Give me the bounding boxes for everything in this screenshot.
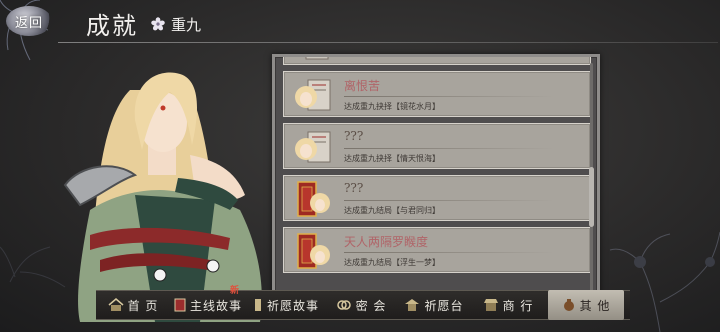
achievement-portrait-icon — [295, 131, 331, 163]
achievement-book-icon — [297, 233, 330, 269]
nav-wish-story[interactable]: 祈愿故事 — [246, 290, 326, 320]
achievement-description: 达成重九抉择【情天恨海】 — [344, 154, 440, 163]
achievement-title: 离恨苦 — [344, 79, 381, 93]
achievement-description: 达成重九结局【浮生一梦】 — [344, 258, 440, 267]
achievement-card-partial — [283, 57, 591, 65]
nav-home-label: 首 页 — [127, 298, 159, 313]
achievement-title: 天人两隔罗睺度 — [344, 235, 429, 249]
nav-wish-altar[interactable]: 祈愿台 — [396, 290, 472, 320]
nav-secret-meeting-label: 密 会 — [355, 298, 387, 313]
book-icon — [174, 298, 186, 312]
shop-icon — [483, 299, 498, 311]
nav-wish-altar-label: 祈愿台 — [424, 298, 464, 313]
new-badge: 新 — [229, 286, 240, 296]
divider — [344, 96, 554, 97]
nav-main-story-label: 主线故事 — [189, 298, 242, 313]
character-portrait — [63, 72, 262, 322]
bag-icon — [563, 299, 574, 311]
achievement-description: 达成重九抉择【镜花水月】 — [344, 102, 440, 111]
nav-wish-story-label: 祈愿故事 — [266, 298, 319, 313]
divider — [344, 252, 554, 253]
achievement-description: 达成重九结局【与君同归】 — [344, 206, 440, 215]
divider — [344, 148, 554, 149]
home-icon — [108, 298, 124, 311]
achievement-portrait-icon — [295, 79, 331, 111]
achievement-card[interactable]: ??? 达成重九抉择【情天恨海】 — [283, 123, 591, 169]
page-title: 成就 — [86, 12, 138, 40]
divider — [344, 200, 554, 201]
nav-other-label: 其 他 — [579, 298, 611, 313]
scrollbar-thumb[interactable] — [589, 167, 594, 227]
achievement-title: ??? — [344, 129, 364, 143]
nav-home[interactable]: 首 页 — [96, 290, 170, 320]
nav-main-story[interactable]: 主线故事 新 — [170, 286, 246, 320]
nav-shop-label: 商 行 — [502, 298, 534, 313]
pavilion-icon — [405, 299, 420, 311]
achievement-book-icon — [297, 181, 330, 217]
achievement-panel[interactable]: 离恨苦 达成重九抉择【镜花水月】 ??? 达成重九抉择【情天恨海】 ??? 达成… — [272, 54, 600, 302]
bottom-nav: 首 页 主线故事 新 祈愿故事 密 会 祈愿台 商 行 其 他 — [96, 286, 630, 320]
achievement-card[interactable]: 天人两隔罗睺度 达成重九结局【浮生一梦】 — [283, 227, 591, 273]
character-name: 重九 — [171, 16, 202, 34]
nav-other[interactable]: 其 他 — [548, 290, 624, 320]
achievement-card[interactable]: ??? 达成重九结局【与君同归】 — [283, 175, 591, 221]
scroll-icon — [254, 299, 261, 311]
achievement-title: ??? — [344, 181, 364, 195]
flower-emblem-icon — [151, 17, 165, 31]
nav-shop[interactable]: 商 行 — [472, 290, 544, 320]
rings-icon — [336, 300, 351, 310]
achievement-card[interactable]: 离恨苦 达成重九抉择【镜花水月】 — [283, 71, 591, 117]
back-button-label: 返回 — [14, 15, 43, 31]
nav-secret-meeting[interactable]: 密 会 — [326, 290, 396, 320]
back-button[interactable]: 返回 — [6, 6, 52, 36]
header-divider — [58, 42, 718, 43]
achievement-portrait-icon — [305, 57, 329, 60]
